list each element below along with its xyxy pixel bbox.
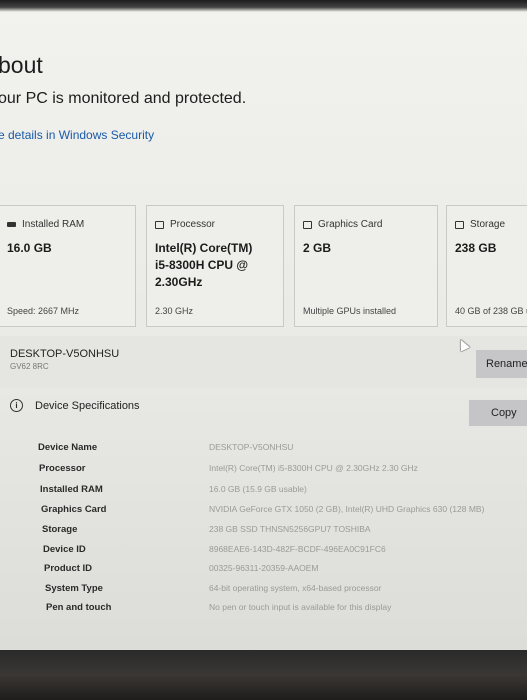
spec-value: 8968EAE6-143D-482F-BCDF-496EA0C91FC6 [209, 544, 386, 554]
spec-row: Storage 238 GB SSD THNSN5256GPU7 TOSHIBA [0, 524, 527, 544]
card-sub: Multiple GPUs installed [303, 306, 397, 316]
card-value-line: 2.30GHz [155, 275, 203, 289]
spec-row: Product ID 00325-96311-20359-AAOEM [0, 563, 527, 583]
card-ram-header: Installed RAM [7, 219, 84, 230]
card-label: Installed RAM [22, 219, 85, 230]
spec-label: Installed RAM [40, 484, 103, 495]
monitor-top-edge [0, 0, 527, 12]
ram-icon [7, 222, 16, 227]
device-model: GV62 8RC [10, 362, 49, 371]
spec-row: Device Name DESKTOP-V5ONHSU [0, 442, 527, 462]
storage-icon [455, 220, 464, 229]
card-label: Graphics Card [318, 219, 383, 230]
graphics-card-icon [303, 220, 312, 229]
info-icon[interactable]: i [10, 399, 23, 412]
spec-row: Device ID 8968EAE6-143D-482F-BCDF-496EA0… [0, 544, 527, 564]
spec-label: Graphics Card [41, 504, 107, 515]
spec-label: Product ID [44, 563, 93, 574]
spec-value: 238 GB SSD THNSN5256GPU7 TOSHIBA [209, 524, 371, 534]
protection-status: our PC is monitored and protected. [0, 90, 247, 107]
spec-label: Pen and touch [46, 602, 112, 613]
copy-button[interactable]: Copy [469, 400, 527, 426]
spec-row: Processor Intel(R) Core(TM) i5-8300H CPU… [0, 463, 527, 483]
device-name-row: DESKTOP-V5ONHSU GV62 8RC [0, 336, 527, 388]
spec-value: 00325-96311-20359-AAOEM [209, 563, 319, 573]
spec-label: Storage [42, 524, 78, 535]
card-value: 16.0 GB [7, 241, 52, 255]
about-window: bout our PC is monitored and protected. … [0, 0, 527, 650]
card-sub: Speed: 2667 MHz [7, 306, 80, 316]
card-processor: Processor Intel(R) Core(TM) i5-8300H CPU… [146, 205, 284, 327]
spec-value: NVIDIA GeForce GTX 1050 (2 GB), Intel(R)… [209, 504, 485, 514]
rename-button[interactable]: Rename [476, 350, 527, 378]
card-graphics: Graphics Card 2 GB Multiple GPUs install… [294, 205, 438, 327]
spec-label: Device ID [43, 544, 86, 555]
spec-row: Pen and touch No pen or touch input is a… [0, 602, 527, 622]
card-value: 2 GB [303, 241, 332, 255]
processor-icon [155, 220, 164, 229]
card-sub: 40 GB of 238 GB u [455, 306, 527, 316]
card-installed-ram: Installed RAM 16.0 GB Speed: 2667 MHz [0, 205, 136, 327]
monitor-bezel [0, 650, 527, 700]
spec-cards: Installed RAM 16.0 GB Speed: 2667 MHz Pr… [0, 205, 527, 330]
spec-label: Device Name [38, 442, 98, 453]
card-processor-header: Processor [155, 219, 215, 230]
spec-value: Intel(R) Core(TM) i5-8300H CPU @ 2.30GHz… [209, 463, 418, 473]
spec-row: Graphics Card NVIDIA GeForce GTX 1050 (2… [0, 504, 527, 524]
card-label: Storage [470, 219, 506, 230]
spec-value: 64-bit operating system, x64-based proce… [209, 583, 382, 593]
spec-label: Processor [39, 463, 86, 474]
card-value: Intel(R) Core(TM) i5-8300H CPU @ 2.30GHz [155, 240, 252, 291]
page-title: bout [0, 52, 43, 78]
card-value: 238 GB [455, 241, 497, 255]
spec-value: 16.0 GB (15.9 GB usable) [209, 484, 307, 494]
spec-label: System Type [45, 583, 103, 594]
spec-row: Installed RAM 16.0 GB (15.9 GB usable) [0, 484, 527, 504]
spec-value: DESKTOP-V5ONHSU [209, 442, 294, 452]
device-specifications-title[interactable]: Device Specifications [35, 400, 140, 412]
windows-security-link[interactable]: e details in Windows Security [0, 128, 154, 142]
card-label: Processor [170, 219, 216, 230]
card-value-line: Intel(R) Core(TM) [155, 241, 253, 255]
card-graphics-header: Graphics Card [303, 219, 382, 230]
spec-row: System Type 64-bit operating system, x64… [0, 583, 527, 603]
card-storage-header: Storage [455, 219, 505, 230]
device-name: DESKTOP-V5ONHSU [10, 348, 120, 360]
spec-value: No pen or touch input is available for t… [209, 602, 392, 612]
card-value-line: i5-8300H CPU @ [155, 258, 249, 272]
card-storage: Storage 238 GB 40 GB of 238 GB u [446, 205, 527, 327]
card-sub: 2.30 GHz [155, 306, 194, 316]
